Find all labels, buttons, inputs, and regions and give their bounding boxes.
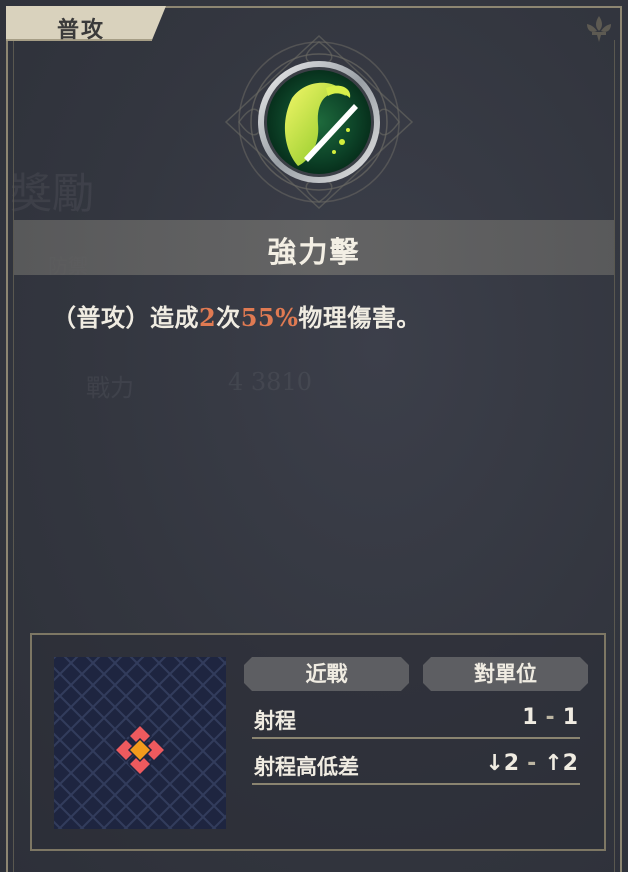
skill-title-band: 強力擊 xyxy=(14,220,614,275)
background-ghost-text: 獎勵 xyxy=(10,169,95,218)
desc-hit-count: 2 xyxy=(199,303,217,332)
skill-type-tab: 普攻 xyxy=(6,6,166,46)
range-value: 1-1 xyxy=(522,705,578,730)
range-pattern-grid xyxy=(54,657,226,829)
desc-middle: 次 xyxy=(216,303,241,332)
tag-melee-label: 近戰 xyxy=(305,661,348,686)
skill-emblem xyxy=(222,32,416,212)
height-diff-label: 射程高低差 xyxy=(254,754,359,779)
desc-damage-percent: 55% xyxy=(240,303,299,332)
tag-melee: 近戰 xyxy=(244,657,409,691)
desc-suffix: 物理傷害。 xyxy=(298,303,421,332)
skill-detail-panel: 獎勵 防禦 戰力 4 3810 普攻 xyxy=(0,0,628,872)
fleur-de-lis-icon xyxy=(584,14,614,48)
desc-prefix: （普攻）造成 xyxy=(52,303,199,332)
height-diff-row: 射程高低差 ↓2- ↑2 xyxy=(252,745,580,785)
skill-description: （普攻）造成2次55%物理傷害。 xyxy=(52,298,592,333)
tag-single-target-label: 對單位 xyxy=(474,661,537,686)
skill-type-label: 普攻 xyxy=(56,17,105,43)
skill-info-box: 近戰 對單位 射程 1-1 射程高低差 ↓2- ↑2 xyxy=(30,633,606,851)
tag-single-target: 對單位 xyxy=(423,657,588,691)
background-ghost-text: 戰力 xyxy=(86,374,134,402)
height-diff-value: ↓2- ↑2 xyxy=(485,751,578,776)
background-ghost-text: 4 3810 xyxy=(228,368,312,396)
range-label: 射程 xyxy=(254,708,296,733)
range-row: 射程 1-1 xyxy=(252,699,580,739)
skill-name: 強力擊 xyxy=(267,235,361,269)
